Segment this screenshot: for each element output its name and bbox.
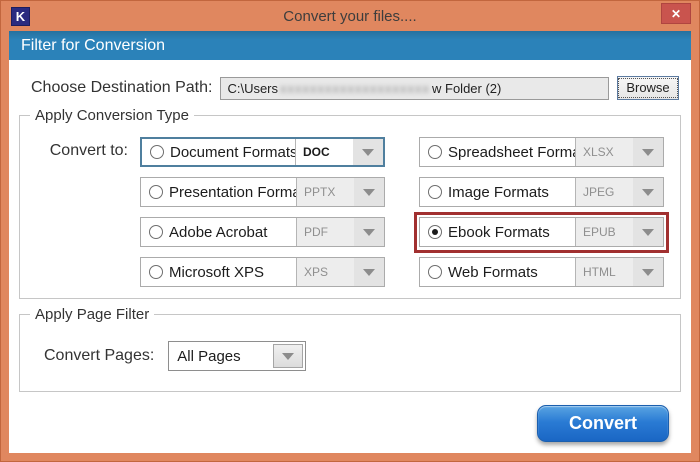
format-select-value: HTML [576, 258, 633, 286]
radio-image-formats[interactable] [428, 185, 442, 199]
format-option-microsoft-xps[interactable]: Microsoft XPS XPS [140, 257, 385, 287]
dialog-footer: Convert [9, 392, 691, 442]
format-select-value: EPUB [576, 218, 633, 246]
format-option-label: Microsoft XPS [169, 263, 265, 281]
format-select-value: DOC [296, 139, 353, 165]
chevron-down-icon[interactable] [273, 344, 304, 368]
format-select-value: XPS [297, 258, 354, 286]
close-button[interactable]: ✕ [661, 3, 691, 24]
dialog-window: K Convert your files.... ✕ Filter for Co… [0, 0, 700, 462]
page-filter-groupbox: Apply Page Filter Convert Pages: All Pag… [19, 306, 681, 392]
format-options-grid: Document Formats DOC Spreadsheet Formats [140, 137, 669, 287]
format-option-label: Image Formats [448, 183, 549, 201]
browse-button[interactable]: Browse [617, 76, 679, 100]
format-option-label: Adobe Acrobat [169, 223, 268, 241]
dialog-header-banner: Filter for Conversion [9, 31, 691, 60]
convert-button-label: Convert [568, 413, 637, 433]
destination-path-label: Choose Destination Path: [31, 79, 213, 96]
page-filter-group-title: Apply Page Filter [30, 306, 155, 323]
window-title: Convert your files.... [283, 7, 417, 25]
convert-pages-value: All Pages [177, 347, 241, 365]
conversion-group-title: Apply Conversion Type [30, 107, 194, 124]
chevron-down-icon[interactable] [633, 178, 663, 206]
format-option-adobe-acrobat[interactable]: Adobe Acrobat PDF [140, 217, 385, 247]
close-icon: ✕ [670, 6, 682, 21]
format-select-spreadsheet[interactable]: XLSX [575, 138, 663, 166]
radio-microsoft-xps[interactable] [149, 265, 163, 279]
chevron-down-icon[interactable] [633, 218, 663, 246]
format-select-value: JPEG [576, 178, 633, 206]
format-option-label: Web Formats [448, 263, 538, 281]
chevron-down-icon[interactable] [354, 258, 384, 286]
path-suffix: w Folder (2) [432, 80, 502, 96]
radio-presentation-formats[interactable] [149, 185, 163, 199]
chevron-down-icon[interactable] [353, 139, 383, 165]
radio-web-formats[interactable] [428, 265, 442, 279]
format-select-value: PPTX [297, 178, 354, 206]
format-option-label: Spreadsheet Formats [448, 143, 575, 161]
browse-button-label: Browse [618, 78, 678, 98]
conversion-type-groupbox: Apply Conversion Type Convert to: Docume… [19, 107, 681, 299]
format-select-xps[interactable]: XPS [296, 258, 384, 286]
format-select-presentation[interactable]: PPTX [296, 178, 384, 206]
chevron-down-icon[interactable] [354, 178, 384, 206]
destination-path-input[interactable]: C:\Users xxxxxxxxxxxxxxxxxxxx w Folder (2) [220, 76, 609, 100]
chevron-down-icon[interactable] [354, 218, 384, 246]
convert-to-label: Convert to: [49, 142, 128, 159]
chevron-down-icon[interactable] [633, 138, 663, 166]
radio-ebook-formats[interactable] [428, 225, 442, 239]
path-redacted-blur: xxxxxxxxxxxxxxxxxxxx [280, 80, 431, 96]
format-select-value: PDF [297, 218, 354, 246]
format-option-spreadsheet-formats[interactable]: Spreadsheet Formats XLSX [419, 137, 664, 167]
convert-pages-select[interactable]: All Pages [168, 341, 307, 371]
radio-adobe-acrobat[interactable] [149, 225, 163, 239]
radio-spreadsheet-formats[interactable] [428, 145, 442, 159]
title-bar[interactable]: K Convert your files.... ✕ [1, 1, 699, 31]
format-option-document-formats[interactable]: Document Formats DOC [140, 137, 385, 167]
format-select-ebook[interactable]: EPUB [575, 218, 663, 246]
convert-pages-label: Convert Pages: [44, 347, 155, 364]
format-option-label: Document Formats [170, 143, 295, 161]
format-option-presentation-formats[interactable]: Presentation Formats PPTX [140, 177, 385, 207]
format-select-adobe[interactable]: PDF [296, 218, 384, 246]
chevron-down-icon[interactable] [633, 258, 663, 286]
format-option-image-formats[interactable]: Image Formats JPEG [419, 177, 664, 207]
format-option-web-formats[interactable]: Web Formats HTML [419, 257, 664, 287]
dialog-content: Choose Destination Path: C:\Users xxxxxxx… [9, 60, 691, 453]
convert-button[interactable]: Convert [537, 405, 669, 442]
destination-path-row: Choose Destination Path: C:\Users xxxxxxx… [31, 76, 679, 100]
format-option-label: Ebook Formats [448, 223, 550, 241]
radio-document-formats[interactable] [150, 145, 164, 159]
format-select-web[interactable]: HTML [575, 258, 663, 286]
format-option-label: Presentation Formats [169, 183, 296, 201]
format-select-image[interactable]: JPEG [575, 178, 663, 206]
format-select-value: XLSX [576, 138, 633, 166]
banner-title: Filter for Conversion [21, 36, 166, 54]
format-select-document[interactable]: DOC [295, 139, 383, 165]
path-prefix: C:\Users [227, 80, 279, 96]
format-option-ebook-formats[interactable]: Ebook Formats EPUB [414, 212, 669, 253]
